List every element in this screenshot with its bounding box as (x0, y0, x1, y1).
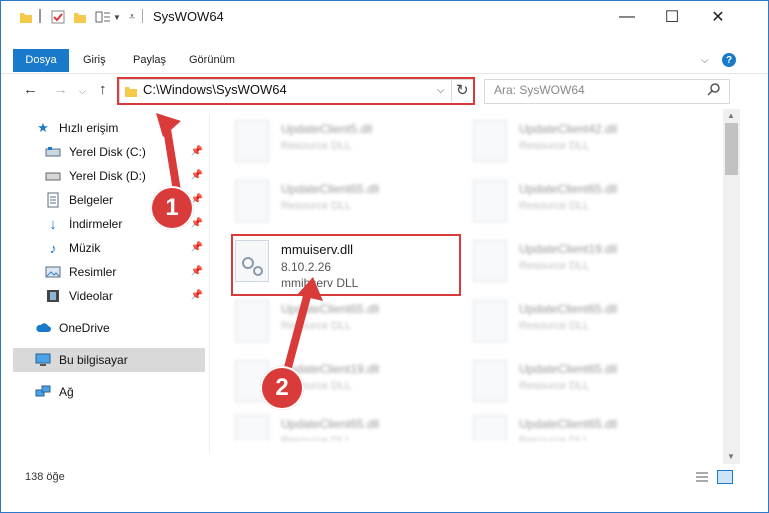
annotation-arrows (156, 113, 323, 373)
step-badge-2: 2 (260, 366, 304, 410)
explorer-window: ▼ ⩡ SysWOW64 — ☐ ✕ Dosya Giriş Paylaş Gö… (0, 0, 769, 513)
step-badge-1: 1 (150, 186, 194, 230)
